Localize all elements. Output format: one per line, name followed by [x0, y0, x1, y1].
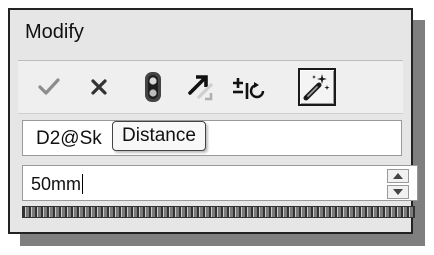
close-icon	[91, 79, 107, 95]
modify-dialog: Modify D2@Sk 50mm Distance	[8, 8, 418, 234]
dimension-value-field[interactable]: 50mm	[22, 165, 418, 201]
rebuild-button[interactable]	[134, 68, 172, 106]
reset-spin-icon	[188, 75, 213, 101]
dimension-value-text: 50mm	[31, 174, 84, 194]
caret-up-icon	[393, 173, 403, 179]
cancel-button[interactable]	[80, 68, 118, 106]
mark-dimension-icon	[233, 78, 265, 99]
caret-down-icon	[393, 189, 403, 195]
wand-icon	[303, 74, 330, 101]
mark-dimension-button[interactable]	[230, 68, 268, 106]
dimension-name-field[interactable]: D2@Sk	[22, 120, 402, 156]
dialog-title: Modify	[25, 21, 84, 43]
distance-tooltip: Distance	[112, 121, 206, 151]
thumbwheel[interactable]	[22, 206, 415, 218]
text-caret	[82, 174, 84, 194]
rebuild-icon	[145, 72, 161, 102]
spin-up-button[interactable]	[387, 169, 409, 183]
modify-toolbar	[18, 60, 403, 114]
spin-down-button[interactable]	[387, 185, 409, 199]
reset-spin-button[interactable]	[182, 68, 220, 106]
check-icon	[38, 78, 60, 95]
value-spinner[interactable]	[387, 169, 409, 199]
ok-button[interactable]	[30, 68, 68, 106]
smart-dimension-button[interactable]	[298, 68, 336, 106]
